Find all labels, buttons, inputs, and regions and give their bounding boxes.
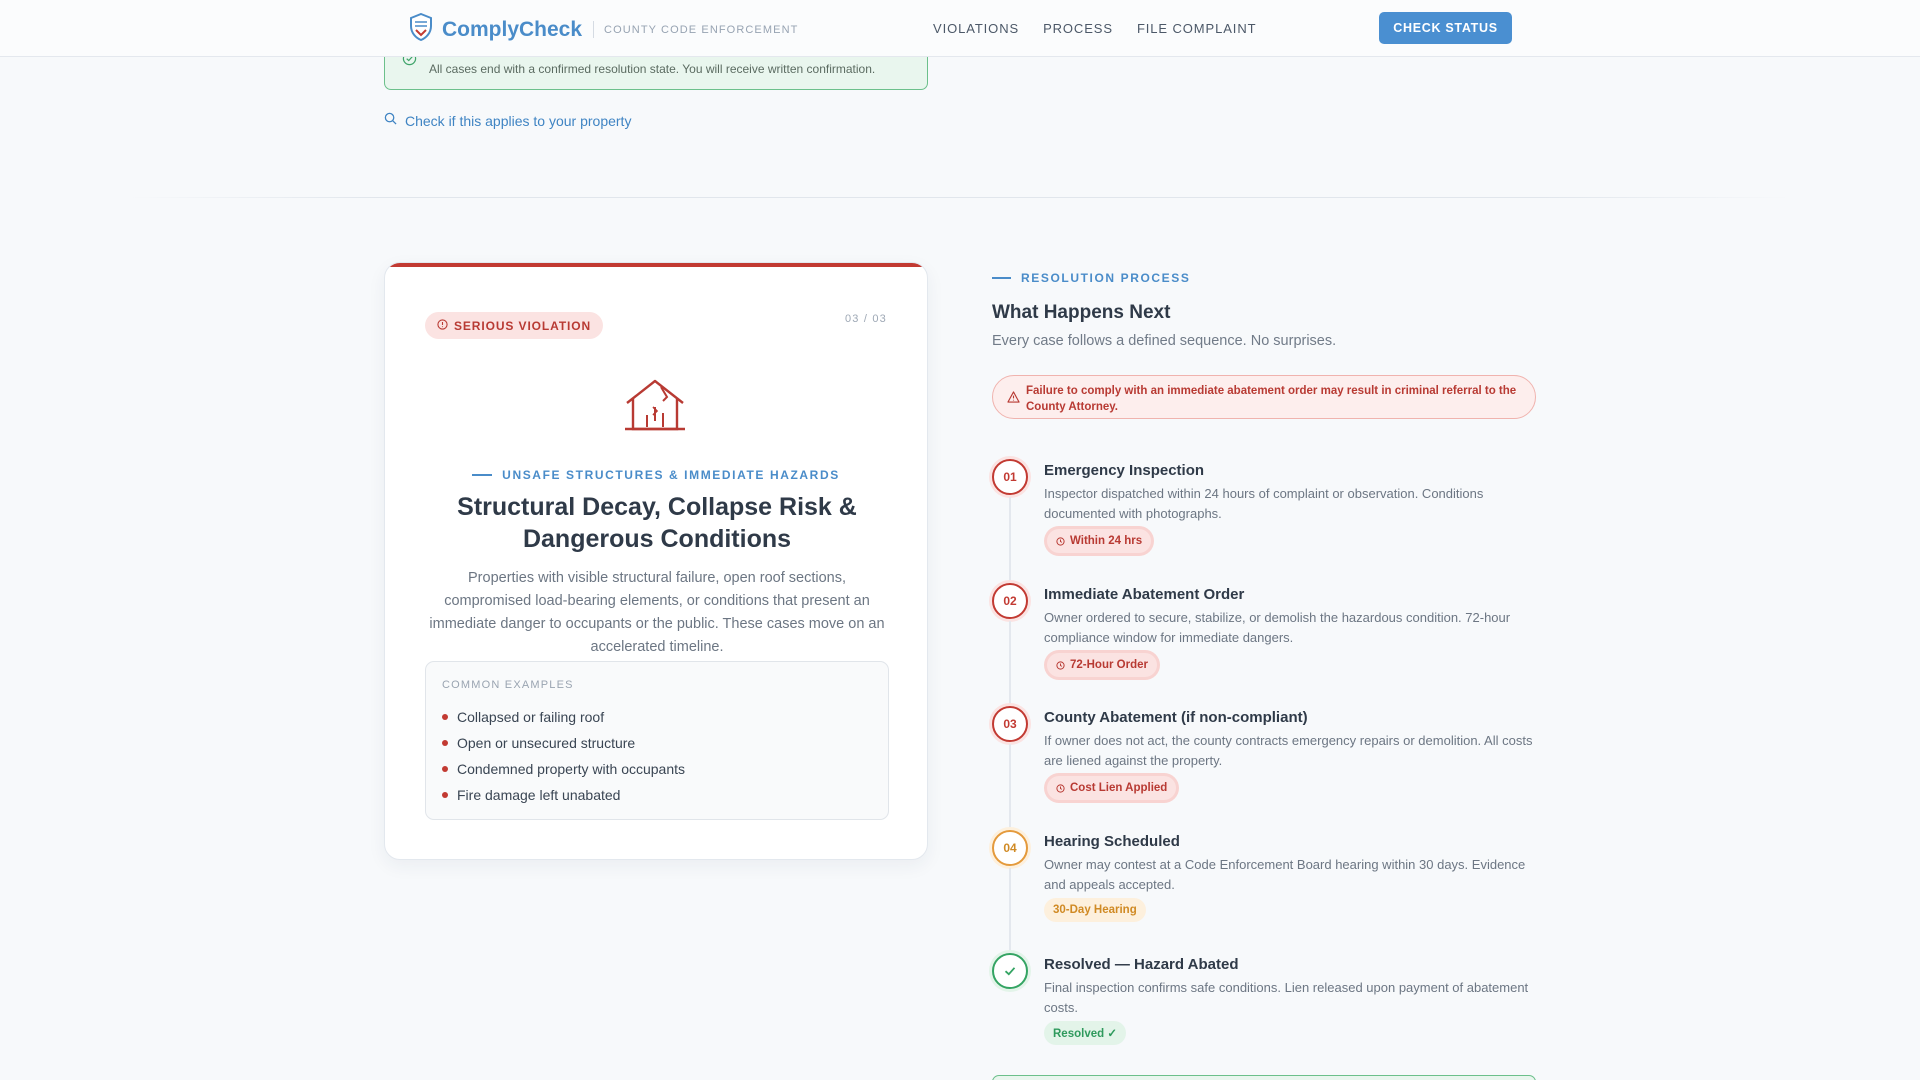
list-item: Collapsed or failing roof (442, 704, 685, 730)
step-title: Hearing Scheduled (1044, 833, 1180, 850)
step-number: 04 (992, 830, 1028, 866)
common-examples-box: COMMON EXAMPLES Collapsed or failing roo… (425, 661, 889, 820)
step-description: Owner may contest at a Code Enforcement … (1044, 857, 1526, 892)
process-title: What Happens Next (992, 302, 1171, 323)
step-tag: Within 24 hrs (1047, 529, 1152, 553)
card-title: Structural Decay, Collapse Risk & Danger… (457, 493, 857, 553)
top-nav: ComplyCheck COUNTY CODE ENFORCEMENT VIOL… (0, 0, 1920, 57)
step-tag: 30-Day Hearing (1044, 898, 1146, 922)
checkmark-icon (1004, 967, 1016, 976)
eyebrow-dash (472, 474, 493, 476)
step-title: Immediate Abatement Order (1044, 586, 1245, 603)
examples-list: Collapsed or failing roof Open or unsecu… (442, 704, 685, 808)
applies-link-text: Check if this applies to your property (405, 113, 632, 129)
severity-badge: SERIOUS VIOLATION (425, 312, 604, 339)
step-description: Inspector dispatched within 24 hours of … (1044, 486, 1484, 521)
severity-badge-label: SERIOUS VIOLATION (454, 318, 592, 333)
process-eyebrow: RESOLUTION PROCESS (992, 271, 1190, 285)
process-step-2: 02 Immediate Abatement Order Owner order… (992, 583, 1536, 707)
damaged-house-icon (623, 377, 687, 438)
example-text: Fire damage left unabated (457, 787, 621, 803)
process-step-3: 03 County Abatement (if non-compliant) I… (992, 706, 1536, 830)
card-category: UNSAFE STRUCTURES & IMMEDIATE HAZARDS (385, 468, 927, 482)
process-step-1: 01 Emergency Inspection Inspector dispat… (992, 459, 1536, 583)
step-description: Owner ordered to secure, stabilize, or d… (1044, 610, 1511, 645)
process-step-resolved: Resolved — Hazard Abated Final inspectio… (992, 953, 1536, 1063)
bullet-icon (442, 792, 448, 798)
step-description: Final inspection confirms safe condition… (1044, 980, 1529, 1015)
list-item: Condemned property with occupants (442, 756, 685, 782)
bullet-icon (442, 714, 448, 720)
process-eyebrow-label: RESOLUTION PROCESS (1021, 271, 1191, 285)
step-check-circle (992, 953, 1028, 989)
process-step-4: 04 Hearing Scheduled Owner may contest a… (992, 830, 1536, 954)
bullet-icon (442, 740, 448, 746)
process-subtitle: Every case follows a defined sequence. N… (992, 333, 1337, 349)
example-text: Collapsed or failing roof (457, 709, 605, 725)
card-category-label: UNSAFE STRUCTURES & IMMEDIATE HAZARDS (502, 468, 840, 482)
nav-links: VIOLATIONS PROCESS FILE COMPLAINT (933, 21, 1256, 36)
applies-link[interactable]: Check if this applies to your property (384, 112, 631, 130)
brand[interactable]: ComplyCheck COUNTY CODE ENFORCEMENT (409, 12, 799, 46)
confirmation-text: All cases end with a confirmed resolutio… (429, 62, 876, 76)
clock-icon (1056, 660, 1065, 670)
step-tag: Cost Lien Applied (1047, 776, 1177, 800)
examples-heading: COMMON EXAMPLES (442, 679, 574, 691)
step-description: If owner does not act, the county contra… (1044, 733, 1533, 768)
step-connector (1009, 744, 1011, 830)
nav-link-violations[interactable]: VIOLATIONS (933, 21, 1019, 36)
alert-circle-icon (437, 317, 448, 335)
resolution-summary-box (992, 1075, 1536, 1080)
step-title: County Abatement (if non-compliant) (1044, 709, 1308, 726)
step-tag-label: Cost Lien Applied (1070, 782, 1168, 794)
step-number: 01 (992, 459, 1028, 495)
step-tag: Resolved ✓ (1044, 1021, 1126, 1045)
section-divider (130, 197, 1790, 198)
card-severity-bar (385, 263, 927, 267)
brand-name: ComplyCheck (442, 17, 583, 41)
card-description: Properties with visible structural failu… (429, 570, 885, 655)
shield-logo-icon (409, 12, 433, 46)
nav-link-process[interactable]: PROCESS (1043, 21, 1113, 36)
step-number: 03 (992, 706, 1028, 742)
list-item: Open or unsecured structure (442, 730, 685, 756)
criminal-referral-alert: Failure to comply with an immediate abat… (992, 375, 1536, 419)
clock-icon (1056, 783, 1065, 793)
brand-tagline: COUNTY CODE ENFORCEMENT (604, 23, 799, 36)
example-text: Condemned property with occupants (457, 761, 686, 777)
step-connector (1009, 497, 1011, 583)
step-tag: 72-Hour Order (1047, 653, 1157, 677)
step-tag-label: 72-Hour Order (1070, 659, 1148, 671)
nav-link-file-complaint[interactable]: FILE COMPLAINT (1137, 21, 1257, 36)
card-counter: 03 / 03 (844, 313, 887, 325)
eyebrow-dash (992, 277, 1011, 279)
step-connector (1009, 621, 1011, 707)
step-number: 02 (992, 583, 1028, 619)
violation-card: SERIOUS VIOLATION 03 / 03 UNSAFE STRUCTU… (384, 262, 928, 860)
alert-text: Failure to comply with an immediate abat… (1026, 385, 1517, 413)
example-text: Open or unsecured structure (457, 735, 636, 751)
step-title: Emergency Inspection (1044, 462, 1205, 479)
list-item: Fire damage left unabated (442, 782, 685, 808)
step-connector (1009, 868, 1011, 954)
step-tag-label: 30-Day Hearing (1053, 904, 1137, 916)
brand-divider (593, 21, 595, 38)
bullet-icon (442, 766, 448, 772)
step-tag-label: Within 24 hrs (1070, 535, 1143, 547)
step-title: Resolved — Hazard Abated (1044, 956, 1239, 973)
search-icon (384, 112, 397, 130)
step-tag-label: Resolved ✓ (1053, 1028, 1117, 1040)
clock-icon (1056, 536, 1065, 546)
warning-triangle-icon (1007, 390, 1020, 408)
check-status-button[interactable]: CHECK STATUS (1379, 12, 1512, 44)
